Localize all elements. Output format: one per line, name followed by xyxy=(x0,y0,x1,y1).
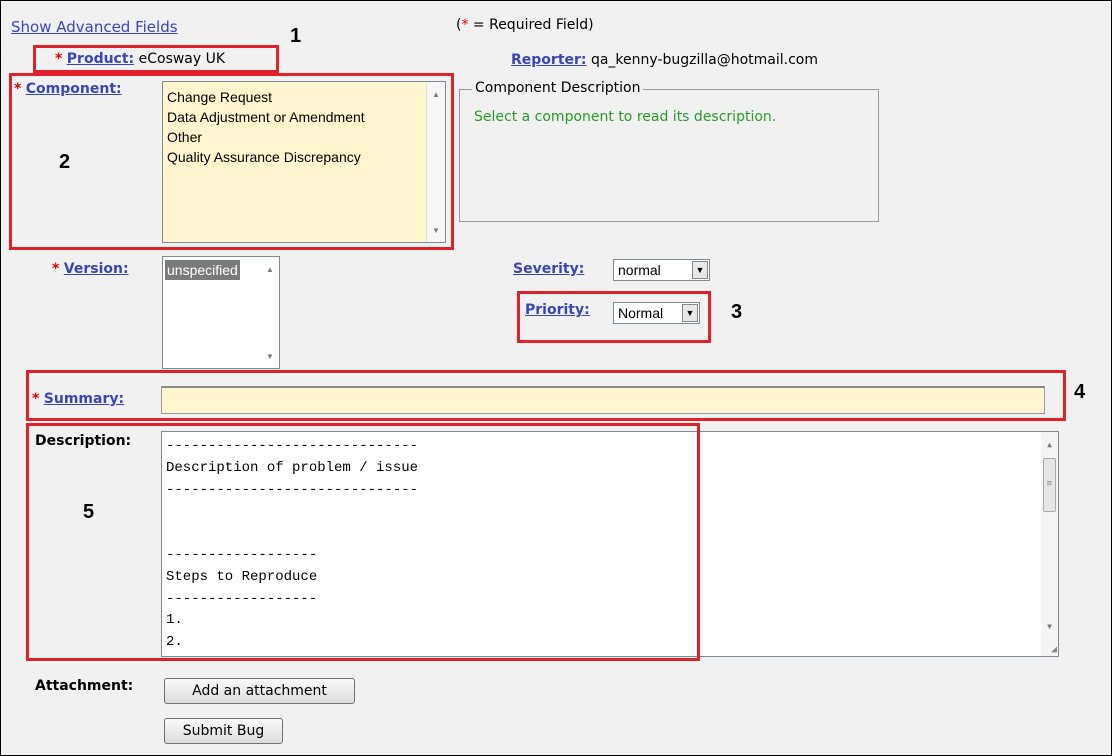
required-field-note: (* = Required Field) xyxy=(456,17,594,33)
version-required-star: * xyxy=(52,261,60,277)
version-scrollbar[interactable]: ▲ ▼ xyxy=(261,257,279,368)
scroll-up-icon[interactable]: ▲ xyxy=(261,263,279,277)
scroll-down-icon[interactable]: ▼ xyxy=(1041,620,1058,634)
annotation-number: 5 xyxy=(83,501,95,523)
annotation-number: 3 xyxy=(731,301,743,323)
annotation-box-description xyxy=(26,423,700,661)
scroll-up-icon[interactable]: ▲ xyxy=(1041,438,1058,452)
annotation-number: 1 xyxy=(290,25,302,47)
annotation-box-priority xyxy=(517,291,711,343)
show-advanced-fields-link[interactable]: Show Advanced Fields xyxy=(11,18,178,36)
version-listbox[interactable]: unspecified ▲ ▼ xyxy=(162,256,280,369)
attachment-label: Attachment: xyxy=(35,678,134,694)
reporter-value: qa_kenny-bugzilla@hotmail.com xyxy=(590,52,819,68)
version-label[interactable]: Version: xyxy=(64,261,129,277)
reporter-field: Reporter: qa_kenny-bugzilla@hotmail.com xyxy=(511,52,818,68)
scroll-down-icon[interactable]: ▼ xyxy=(261,350,279,364)
add-attachment-button[interactable]: Add an attachment xyxy=(164,678,355,704)
annotation-box-product xyxy=(33,45,279,73)
description-scrollbar[interactable]: ▲ ≡ ▼ ◢ xyxy=(1041,432,1058,656)
component-description-text: Select a component to read its descripti… xyxy=(474,109,777,125)
version-option-selected[interactable]: unspecified xyxy=(165,260,240,280)
scrollbar-thumb[interactable]: ≡ xyxy=(1043,458,1056,512)
severity-value: normal xyxy=(618,262,661,278)
annotation-box-summary xyxy=(26,370,1066,421)
version-label-group: * Version: xyxy=(52,261,129,277)
annotation-box-component xyxy=(9,73,454,250)
severity-select[interactable]: normal ▼ xyxy=(613,259,710,281)
resize-grip-icon[interactable]: ◢ xyxy=(1051,645,1057,655)
annotation-number: 4 xyxy=(1074,381,1086,403)
component-description-box: Component Description Select a component… xyxy=(459,80,879,222)
submit-bug-button[interactable]: Submit Bug xyxy=(164,718,283,744)
reporter-label[interactable]: Reporter: xyxy=(511,52,587,68)
chevron-down-icon[interactable]: ▼ xyxy=(692,261,708,279)
bug-entry-form: Show Advanced Fields (* = Required Field… xyxy=(0,0,1112,756)
component-description-legend: Component Description xyxy=(472,80,644,96)
severity-label[interactable]: Severity: xyxy=(513,261,584,277)
annotation-number: 2 xyxy=(59,151,71,173)
required-note-text: = Required Field) xyxy=(468,17,594,33)
